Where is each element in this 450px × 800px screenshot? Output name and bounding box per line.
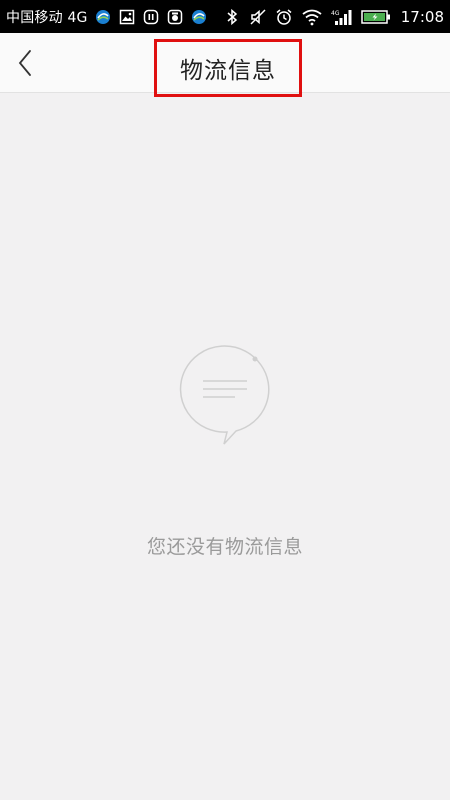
chevron-left-icon	[17, 49, 33, 77]
clock-time: 17:08	[400, 7, 444, 26]
china-mobile-app-icon	[190, 8, 208, 26]
navigation-header: 物流信息	[0, 33, 450, 97]
back-button[interactable]	[6, 43, 44, 83]
status-bar-left: 中国移动 4G	[6, 0, 208, 33]
mute-icon	[249, 8, 267, 26]
status-bar-right: 4G 17:08	[223, 0, 444, 33]
status-bar: 中国移动 4G 4G 17:08	[0, 0, 450, 33]
wifi-icon	[301, 8, 323, 26]
network-type-label: 4G	[331, 10, 340, 17]
alarm-icon	[275, 8, 293, 26]
speech-bubble-icon	[175, 345, 275, 449]
app-notification-icon	[166, 8, 184, 26]
pause-app-icon	[142, 8, 160, 26]
carrier-label: 中国移动 4G	[6, 9, 88, 26]
china-mobile-icon	[94, 8, 112, 26]
battery-icon	[361, 8, 391, 26]
page-title: 物流信息	[180, 58, 276, 84]
gallery-icon	[118, 8, 136, 26]
cellular-signal-icon: 4G	[331, 8, 353, 26]
empty-state-message: 您还没有物流信息	[146, 536, 303, 558]
bluetooth-icon	[223, 8, 241, 26]
title-highlight-box: 物流信息	[154, 39, 302, 97]
